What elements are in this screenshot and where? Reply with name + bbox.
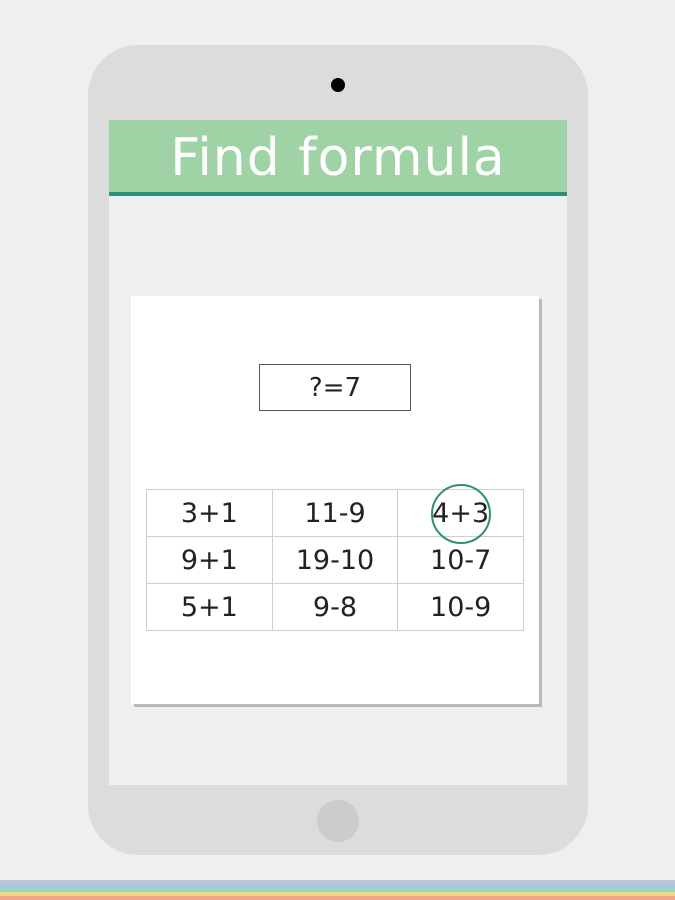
answer-cell[interactable]: 9-8 bbox=[271, 583, 399, 631]
answer-label: 11-9 bbox=[304, 497, 366, 529]
answer-label: 3+1 bbox=[180, 497, 238, 529]
answer-label: 9+1 bbox=[180, 544, 238, 576]
app-title: Find formula bbox=[170, 128, 506, 188]
answer-label: 10-9 bbox=[430, 591, 492, 623]
app-screen: Find formula ?=7 3+1 11-9 4+3 9+1 19-10 … bbox=[109, 120, 567, 785]
answer-label: 9-8 bbox=[312, 591, 358, 623]
puzzle-card: ?=7 3+1 11-9 4+3 9+1 19-10 10-7 5+1 9-8 … bbox=[131, 296, 539, 704]
grid-row: 5+1 9-8 10-9 bbox=[146, 583, 524, 631]
question-box: ?=7 bbox=[259, 364, 411, 411]
home-button-icon[interactable] bbox=[317, 800, 359, 842]
answer-cell[interactable]: 10-9 bbox=[397, 583, 524, 631]
app-header: Find formula bbox=[109, 120, 567, 196]
answer-label: 19-10 bbox=[295, 544, 375, 576]
answer-label: 10-7 bbox=[430, 544, 492, 576]
answer-cell[interactable]: 19-10 bbox=[271, 536, 399, 584]
rainbow-stripe-decoration bbox=[0, 880, 675, 900]
answer-label: 4+3 bbox=[432, 497, 490, 529]
grid-row: 9+1 19-10 10-7 bbox=[146, 536, 524, 584]
answer-cell-selected[interactable]: 4+3 bbox=[397, 484, 524, 544]
answer-cell[interactable]: 11-9 bbox=[271, 489, 399, 537]
answer-grid: 3+1 11-9 4+3 9+1 19-10 10-7 5+1 9-8 10-9 bbox=[146, 484, 524, 631]
grid-row: 3+1 11-9 4+3 bbox=[146, 484, 524, 544]
answer-cell[interactable]: 9+1 bbox=[146, 536, 273, 584]
answer-cell[interactable]: 5+1 bbox=[146, 583, 273, 631]
camera-icon bbox=[331, 78, 345, 92]
answer-cell[interactable]: 3+1 bbox=[146, 489, 273, 537]
answer-label: 5+1 bbox=[180, 591, 238, 623]
tablet-frame: Find formula ?=7 3+1 11-9 4+3 9+1 19-10 … bbox=[88, 45, 588, 855]
